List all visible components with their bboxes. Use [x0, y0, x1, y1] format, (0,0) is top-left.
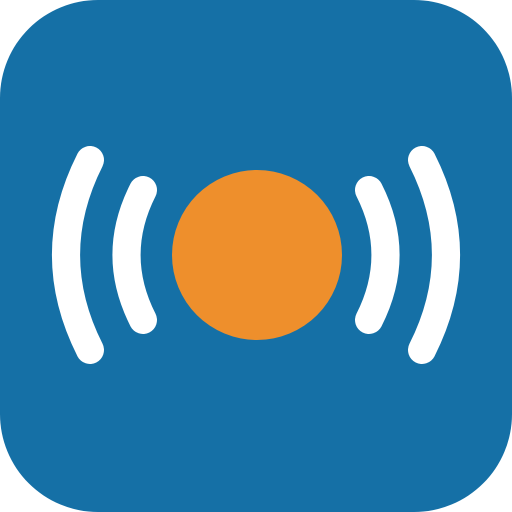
broadcast-center-dot-icon	[172, 170, 342, 340]
left-inner-wave-icon	[112, 176, 157, 334]
broadcast-icon	[0, 0, 512, 512]
app-icon[interactable]	[0, 0, 512, 512]
right-inner-wave-icon	[355, 176, 400, 334]
